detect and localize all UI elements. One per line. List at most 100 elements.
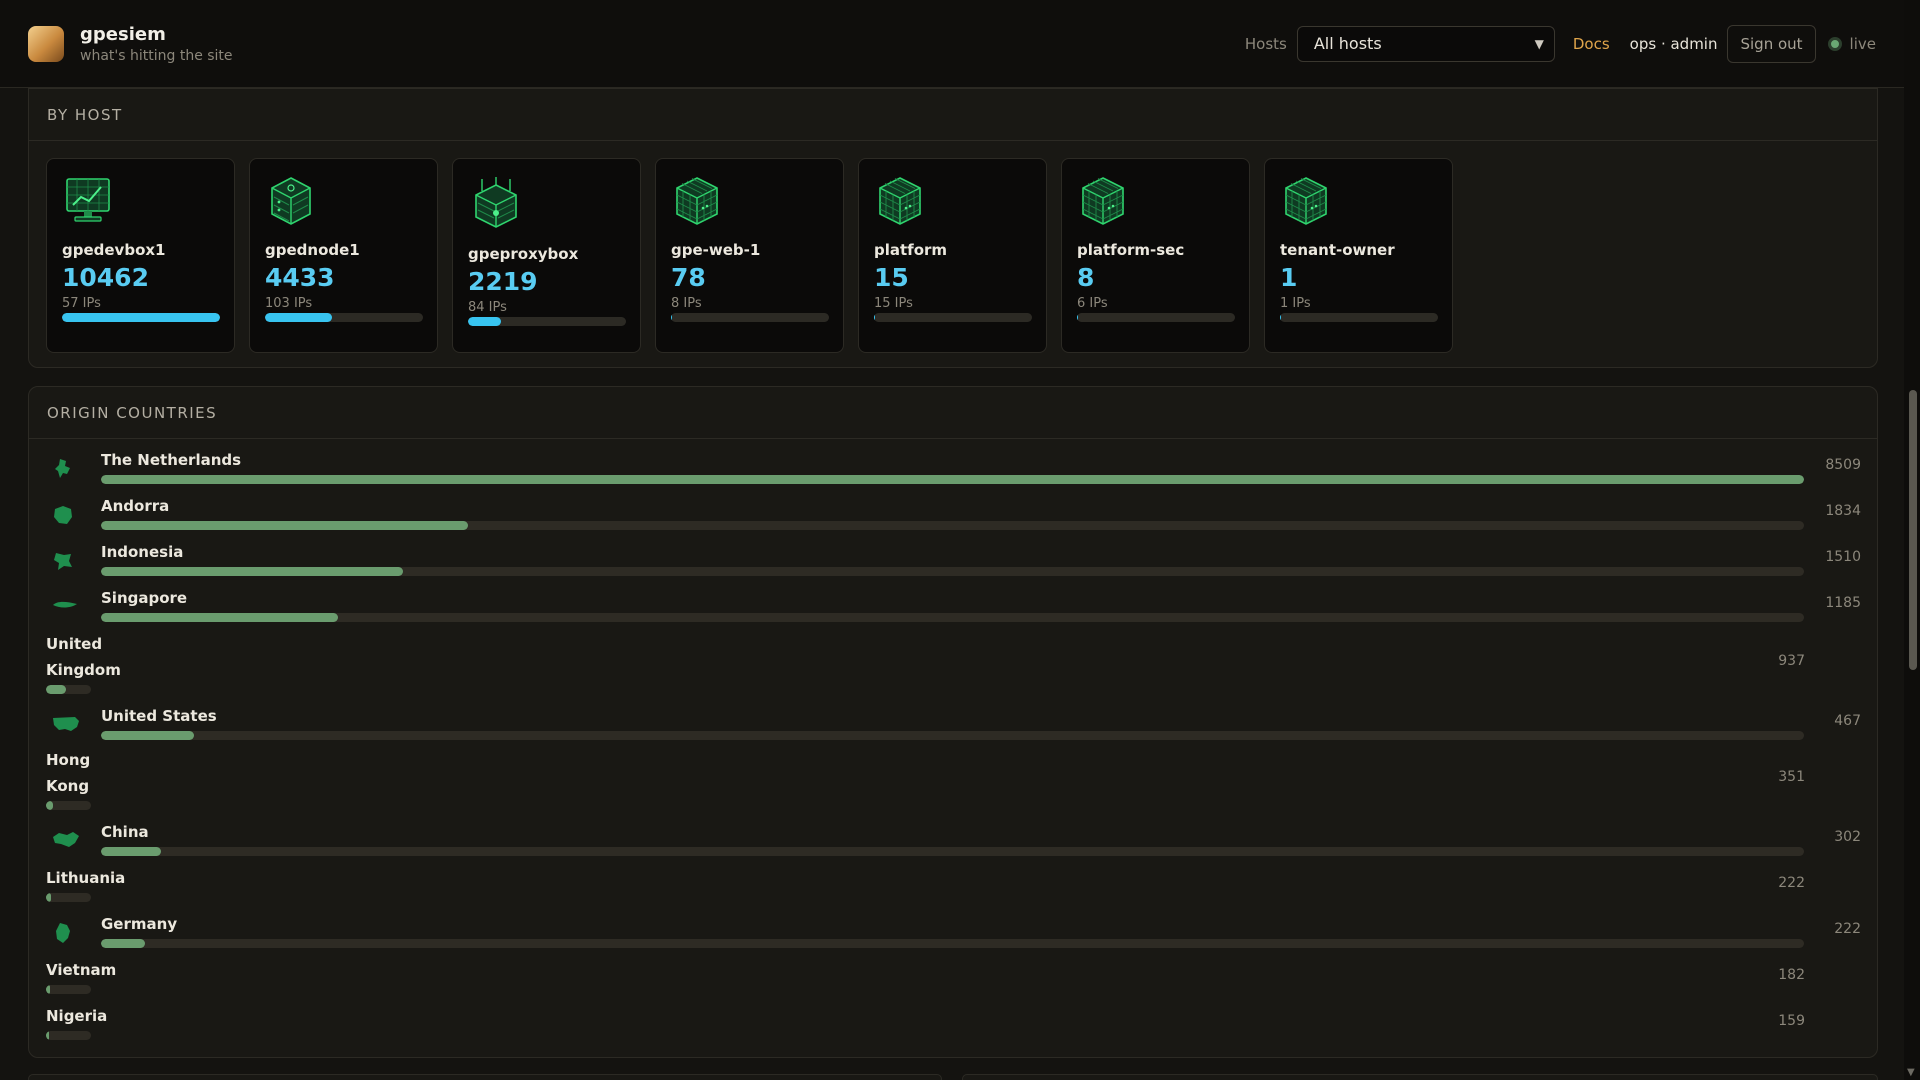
host-ip-count: 1 IPs	[1280, 296, 1311, 311]
country-share-bar	[101, 613, 1804, 622]
lower-panel-left	[28, 1074, 942, 1080]
country-name: Hong Kong	[46, 751, 91, 795]
singapore-map-icon	[51, 595, 79, 619]
cube-icon	[671, 175, 828, 227]
host-card-tenant-owner[interactable]: tenant-owner 1 1 IPs	[1264, 158, 1453, 353]
origin-countries-title: ORIGIN COUNTRIES	[29, 387, 1877, 439]
united-states-map-icon	[51, 713, 81, 739]
host-event-count: 8	[1077, 263, 1095, 292]
host-event-count: 15	[874, 263, 909, 292]
host-name: gpe-web-1	[671, 241, 761, 259]
lower-panel-right	[962, 1074, 1878, 1080]
brand-subtitle: what's hitting the site	[80, 47, 233, 64]
country-name: United Kingdom	[46, 635, 121, 679]
host-share-fill	[468, 317, 501, 326]
host-share-bar	[265, 313, 423, 322]
host-card-platform[interactable]: platform 15 15 IPs	[858, 158, 1047, 353]
country-share-fill	[46, 1031, 49, 1040]
country-share-bar	[101, 567, 1804, 576]
country-name: United States	[101, 707, 217, 725]
host-name: gpedevbox1	[62, 241, 166, 259]
host-share-fill	[874, 313, 875, 322]
country-share-fill	[46, 985, 50, 994]
country-event-count: 467	[1834, 713, 1861, 729]
country-share-fill	[101, 475, 1804, 484]
host-share-bar	[671, 313, 829, 322]
host-name: platform	[874, 241, 948, 259]
country-share-fill	[101, 939, 145, 948]
netherlands-map-icon	[51, 457, 75, 485]
host-share-fill	[1280, 313, 1281, 322]
host-ip-count: 84 IPs	[468, 300, 507, 315]
cube-icon	[1280, 175, 1437, 227]
country-name: Andorra	[101, 497, 170, 515]
country-share-fill	[101, 847, 161, 856]
country-name: Singapore	[101, 589, 188, 607]
country-name: Vietnam	[46, 961, 117, 979]
host-card-gpedevbox1[interactable]: gpedevbox1 10462 57 IPs	[46, 158, 235, 353]
host-card-grid: gpedevbox1 10462 57 IPs gpednode1 4433 103 IP…	[29, 141, 1877, 353]
country-event-count: 159	[1778, 1013, 1805, 1029]
host-share-bar	[874, 313, 1032, 322]
country-event-count: 1510	[1825, 549, 1861, 565]
origin-countries-panel: ORIGIN COUNTRIES The Netherlands 8509 Ando…	[28, 386, 1878, 1058]
country-event-count: 937	[1778, 653, 1805, 669]
host-card-platform-sec[interactable]: platform-sec 8 6 IPs	[1061, 158, 1250, 353]
host-event-count: 78	[671, 263, 706, 292]
host-event-count: 4433	[265, 263, 335, 292]
country-event-count: 182	[1778, 967, 1805, 983]
host-share-fill	[62, 313, 220, 322]
chevron-down-icon: ▼	[1534, 36, 1544, 51]
country-share-fill	[101, 521, 468, 530]
host-card-gpe-web-1[interactable]: gpe-web-1 78 8 IPs	[655, 158, 844, 353]
scroll-down-arrow-icon[interactable]: ▼	[1907, 1067, 1915, 1078]
brand-block: gpesiem what's hitting the site	[80, 24, 233, 64]
sign-out-button[interactable]: Sign out	[1727, 24, 1816, 63]
country-share-bar	[46, 985, 91, 994]
top-bar: gpesiem what's hitting the site Hosts Al…	[0, 0, 1904, 88]
host-event-count: 2219	[468, 267, 538, 296]
country-share-bar	[101, 731, 1804, 740]
live-status-label: live	[1849, 34, 1876, 53]
page-scrollbar[interactable]: ▼	[1904, 0, 1920, 1080]
country-share-fill	[46, 893, 51, 902]
cube-icon	[874, 175, 1031, 227]
country-name: Nigeria	[46, 1007, 108, 1025]
host-share-fill	[671, 313, 672, 322]
host-name: gpeproxybox	[468, 245, 579, 263]
app-logo[interactable]	[28, 25, 64, 62]
country-share-bar	[101, 521, 1804, 530]
country-name: Indonesia	[101, 543, 184, 561]
host-card-gpednode1[interactable]: gpednode1 4433 103 IPs	[249, 158, 438, 353]
country-event-count: 1834	[1825, 503, 1861, 519]
host-select[interactable]: All hosts ▼	[1296, 25, 1555, 62]
country-event-count: 302	[1834, 829, 1861, 845]
hosts-label: Hosts	[1244, 34, 1287, 53]
host-name: gpednode1	[265, 241, 360, 259]
live-status-dot-icon	[1827, 36, 1842, 51]
docs-link[interactable]: Docs	[1573, 35, 1610, 53]
country-name: The Netherlands	[101, 451, 242, 469]
host-share-fill	[1077, 313, 1078, 322]
country-share-bar	[46, 1031, 91, 1040]
china-map-icon	[51, 829, 81, 855]
country-event-count: 351	[1778, 769, 1805, 785]
country-share-fill	[46, 801, 53, 810]
host-ip-count: 6 IPs	[1077, 296, 1108, 311]
country-share-bar	[101, 847, 1804, 856]
host-share-bar	[468, 317, 626, 326]
germany-map-icon	[51, 921, 75, 949]
host-share-bar	[1280, 313, 1438, 322]
brand-title: gpesiem	[80, 23, 166, 45]
country-name: Germany	[101, 915, 178, 933]
user-label: ops · admin	[1629, 34, 1718, 53]
scrollbar-thumb[interactable]	[1909, 390, 1917, 670]
country-name: China	[101, 823, 149, 841]
host-share-bar	[62, 313, 220, 322]
monitor-icon	[62, 175, 219, 227]
country-event-count: 8509	[1825, 457, 1861, 473]
country-event-count: 222	[1834, 921, 1861, 937]
host-ip-count: 103 IPs	[265, 296, 313, 311]
host-select-value: All hosts	[1313, 34, 1382, 53]
host-card-gpeproxybox[interactable]: gpeproxybox 2219 84 IPs	[452, 158, 641, 353]
